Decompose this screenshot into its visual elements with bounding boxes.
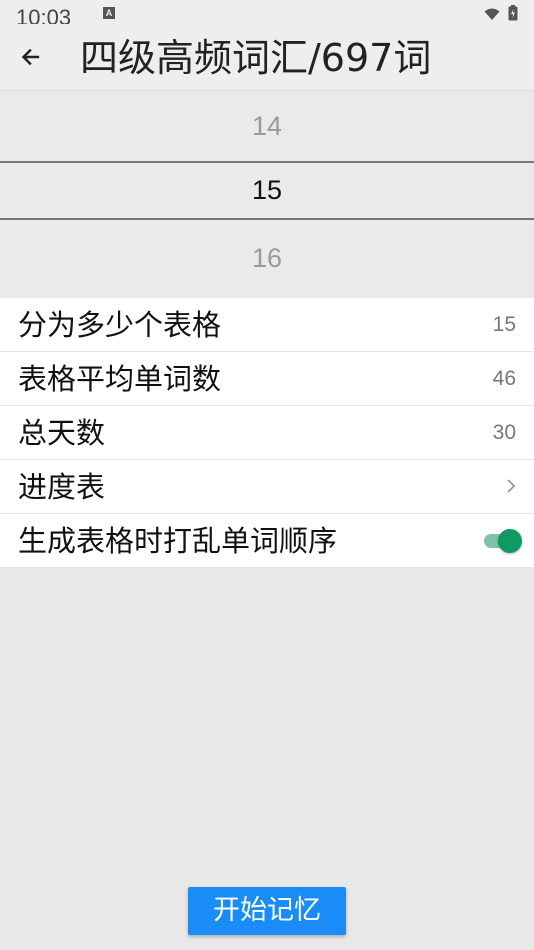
setting-avg-words[interactable]: 表格平均单词数 46	[0, 352, 534, 406]
status-time: 10:03	[16, 5, 72, 24]
arrow-left-icon[interactable]	[16, 42, 46, 72]
app-bar: 四级高频词汇/697词	[0, 24, 534, 91]
number-picker[interactable]: 14 15 16	[0, 91, 534, 298]
picker-prev-value[interactable]: 14	[0, 109, 534, 143]
start-memorize-button[interactable]: 开始记忆	[188, 887, 346, 935]
setting-schedule[interactable]: 进度表	[0, 460, 534, 514]
setting-label: 分为多少个表格	[18, 308, 222, 342]
wifi-icon	[484, 6, 500, 24]
setting-value: 15	[492, 313, 516, 336]
setting-label: 表格平均单词数	[18, 362, 222, 396]
setting-label: 进度表	[18, 470, 106, 504]
setting-value: 46	[492, 367, 516, 390]
chevron-right-icon	[506, 478, 516, 498]
a-icon: A	[103, 7, 115, 19]
picker-next-value[interactable]: 16	[0, 241, 534, 275]
setting-total-days[interactable]: 总天数 30	[0, 406, 534, 460]
toggle-thumb	[498, 529, 522, 553]
setting-label: 生成表格时打乱单词顺序	[18, 524, 338, 558]
shuffle-toggle[interactable]	[482, 529, 522, 553]
setting-value: 30	[492, 421, 516, 444]
setting-label: 总天数	[18, 416, 106, 450]
picker-selected-value[interactable]: 15	[0, 161, 534, 220]
setting-shuffle: 生成表格时打乱单词顺序	[0, 514, 534, 568]
page-title: 四级高频词汇/697词	[80, 36, 432, 80]
battery-icon	[508, 5, 518, 24]
status-bar: 10:03 A	[0, 0, 534, 24]
settings-list: 分为多少个表格 15 表格平均单词数 46 总天数 30 进度表 生成表格时打乱…	[0, 298, 534, 568]
setting-tables-count[interactable]: 分为多少个表格 15	[0, 298, 534, 352]
